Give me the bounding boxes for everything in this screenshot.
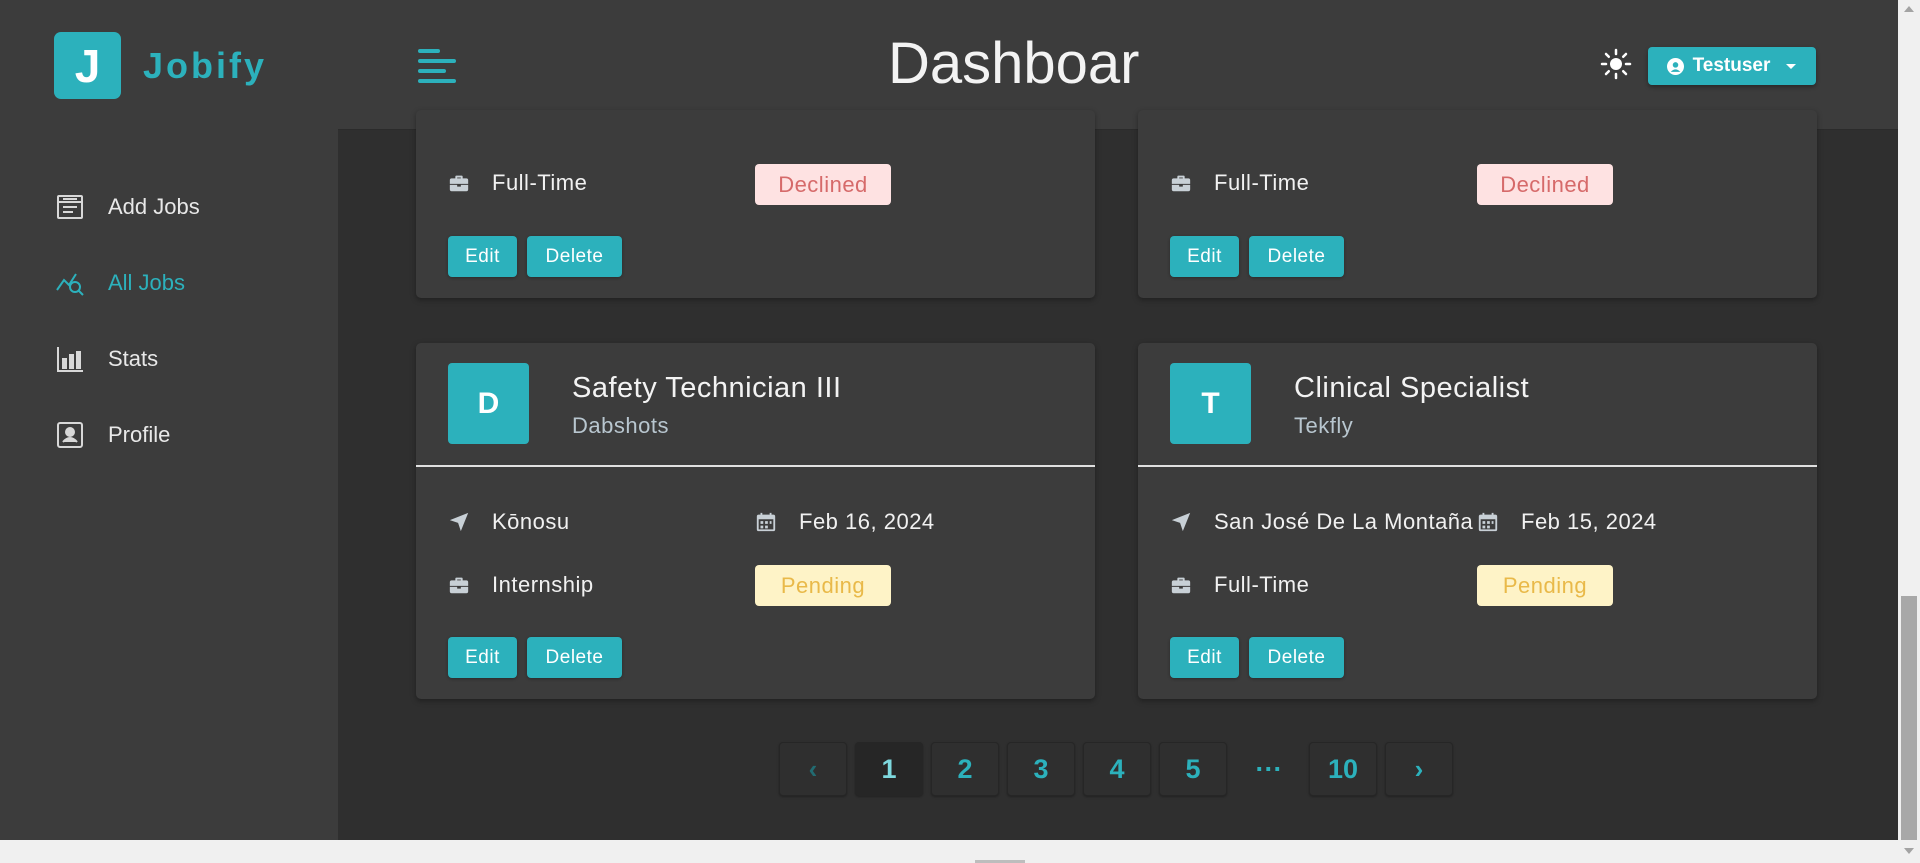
page-button-3[interactable]: 3 [1007,742,1075,796]
user-name: Testuser [1692,55,1771,76]
calendar-icon [1478,512,1498,532]
status-badge: Declined [1477,164,1613,205]
sidebar-item-label: All Jobs [108,270,186,295]
menu-toggle-icon[interactable] [418,49,456,83]
briefcase-icon [449,577,469,594]
add-jobs-icon [54,191,86,223]
sidebar-item-stats[interactable]: Stats [54,340,324,378]
sidebar-nav: Add Jobs All Jobs Stats Profile [54,188,324,492]
edit-button[interactable]: Edit [448,236,517,277]
delete-button[interactable]: Delete [1249,236,1344,277]
status-badge: Declined [755,164,891,205]
page-button-5[interactable]: 5 [1159,742,1227,796]
stats-icon [54,343,86,375]
pagination-ellipsis: ··· [1255,753,1283,784]
delete-button[interactable]: Delete [527,236,622,277]
scroll-down-icon[interactable] [1904,848,1914,854]
job-date: Feb 15, 2024 [1477,509,1657,535]
briefcase-icon [1171,175,1191,192]
caret-down-icon [1786,64,1797,69]
all-jobs-icon [54,267,86,299]
sidebar-item-profile[interactable]: Profile [54,416,324,454]
job-type: Full-Time [1170,572,1309,598]
job-title: Safety Technician III [572,372,842,404]
page-button-1[interactable]: 1 [855,742,923,796]
briefcase-icon [1171,577,1191,594]
user-menu-button[interactable]: Testuser [1648,47,1816,85]
page-button-2[interactable]: 2 [931,742,999,796]
vertical-scrollbar[interactable] [1898,0,1920,863]
delete-button[interactable]: Delete [1249,637,1344,678]
sidebar-item-label: Profile [108,422,171,447]
app-name: Jobify [143,44,268,86]
next-page-button[interactable]: › [1385,742,1453,796]
job-card: Full-Time Declined Edit Delete [1138,110,1817,298]
horizontal-scrollbar[interactable] [0,840,1898,863]
job-type: Full-Time [1170,170,1309,196]
job-card-header: D Safety Technician III Dabshots [416,343,1095,467]
company-avatar: T [1170,363,1251,444]
sun-icon[interactable] [1600,48,1632,80]
job-card: D Safety Technician III Dabshots Kōnosu … [416,343,1095,699]
prev-page-button[interactable]: ‹ [779,742,847,796]
company-avatar: D [448,363,529,444]
page-button-4[interactable]: 4 [1083,742,1151,796]
job-type: Full-Time [448,170,587,196]
edit-button[interactable]: Edit [1170,637,1239,678]
job-location: Kōnosu [448,509,570,535]
job-date: Feb 16, 2024 [755,509,935,535]
logo-icon: J [54,32,121,99]
edit-button[interactable]: Edit [448,637,517,678]
edit-button[interactable]: Edit [1170,236,1239,277]
briefcase-icon [449,175,469,192]
job-card-header: T Clinical Specialist Tekfly [1138,343,1817,467]
sidebar-item-label: Add Jobs [108,194,200,219]
location-arrow-icon [1171,512,1191,532]
job-card: T Clinical Specialist Tekfly San José De… [1138,343,1817,699]
profile-icon [54,419,86,451]
page-button-10[interactable]: 10 [1309,742,1377,796]
location-arrow-icon [449,512,469,532]
sidebar-item-all-jobs[interactable]: All Jobs [54,264,324,302]
status-badge: Pending [755,565,891,606]
job-location: San José De La Montaña [1170,509,1473,535]
sidebar-item-add-jobs[interactable]: Add Jobs [54,188,324,226]
scrollbar-thumb[interactable] [1901,596,1917,840]
job-type: Internship [448,572,594,598]
company-name: Tekfly [1294,413,1354,438]
scroll-up-icon[interactable] [1904,6,1914,12]
sidebar-item-label: Stats [108,346,159,371]
sidebar: J Jobify Add Jobs All Jobs Stats Profile [0,0,338,840]
job-card: Full-Time Declined Edit Delete [416,110,1095,298]
page-title: Dashboar [888,31,1140,96]
job-title: Clinical Specialist [1294,372,1530,404]
status-badge: Pending [1477,565,1613,606]
calendar-icon [756,512,776,532]
delete-button[interactable]: Delete [527,637,622,678]
logo[interactable]: J Jobify [54,32,267,99]
user-circle-icon [1666,57,1684,75]
company-name: Dabshots [572,413,669,438]
